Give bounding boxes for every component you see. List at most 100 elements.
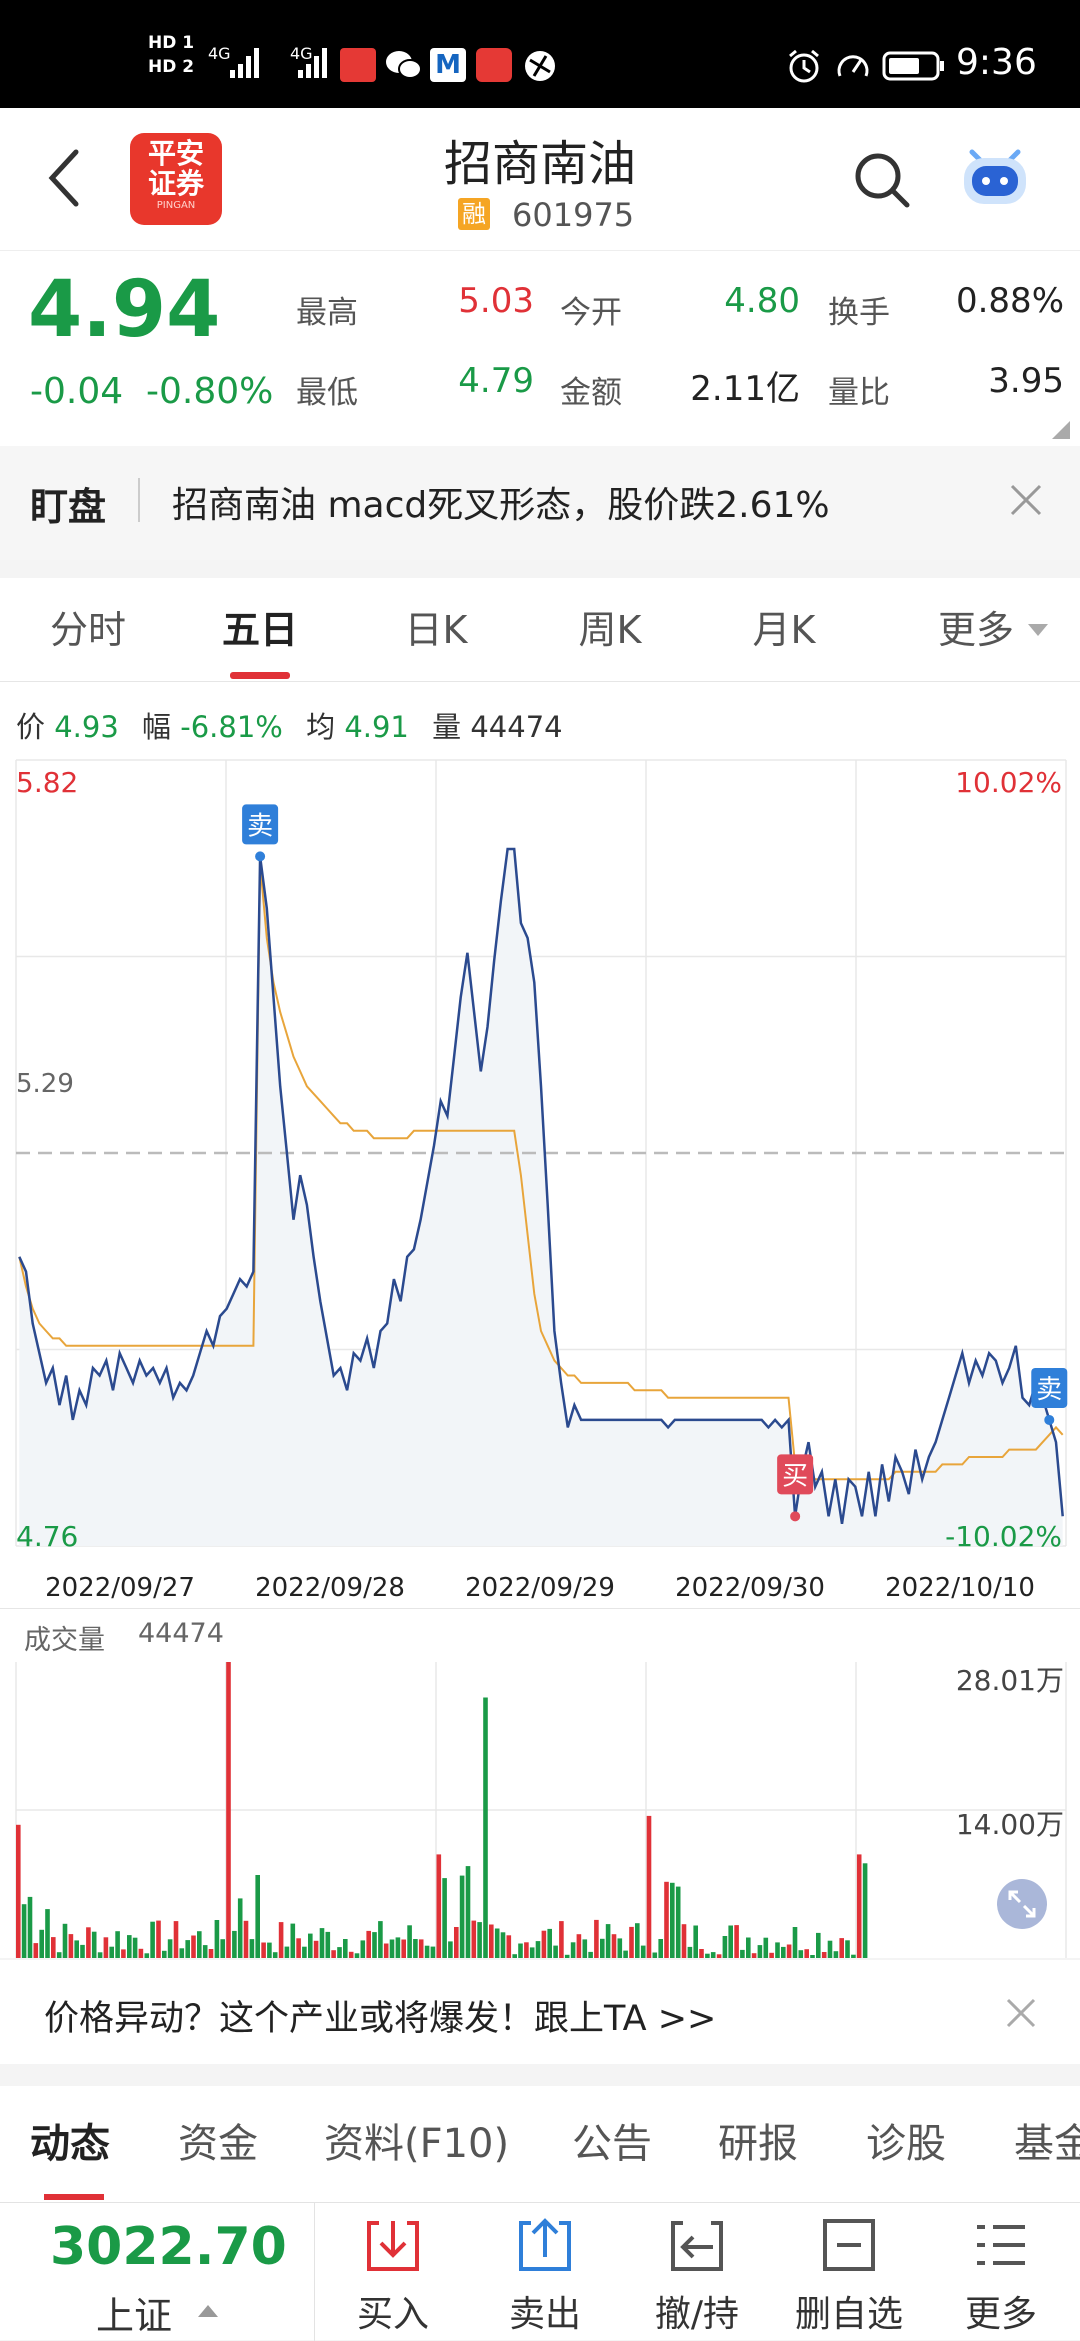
tab-intraday[interactable]: 分时 xyxy=(8,578,168,682)
amount-value: 2.11亿 xyxy=(690,369,800,409)
tab-announcements[interactable]: 公告 xyxy=(572,2086,652,2202)
volume-bar xyxy=(167,1939,173,1958)
volume-bar xyxy=(413,1939,418,1958)
volume-bar xyxy=(401,1939,406,1958)
close-icon[interactable] xyxy=(1008,482,1044,518)
volume-bar xyxy=(33,1943,39,1958)
back-arrow-icon[interactable] xyxy=(44,146,84,210)
tab-news[interactable]: 动态 xyxy=(30,2086,110,2202)
volume-bar xyxy=(308,1933,313,1958)
date-label: 2022/09/29 xyxy=(465,1573,615,1603)
amount-label: 金额 xyxy=(560,375,622,411)
index-name[interactable]: 上证 xyxy=(96,2285,172,2340)
robot-assistant-icon[interactable] xyxy=(958,144,1032,210)
index-value[interactable]: 3022.70 xyxy=(50,2217,287,2277)
high-value: 5.03 xyxy=(458,281,534,321)
volume-chart[interactable]: 28.01万 14.00万 xyxy=(0,1658,1080,1958)
close-icon[interactable] xyxy=(1004,1996,1038,2030)
app-logo-line-1: 平安 xyxy=(147,137,204,170)
volume-bar xyxy=(594,1919,599,1958)
volume-bar xyxy=(127,1935,132,1958)
promo-text: 价格异动？这个产业或将爆发！跟上TA >> xyxy=(44,1999,717,2039)
volume-bar xyxy=(459,1875,465,1958)
tab-f10[interactable]: 资料(F10) xyxy=(324,2086,509,2202)
tab-funds[interactable]: 资金 xyxy=(178,2086,258,2202)
search-icon[interactable] xyxy=(852,150,912,210)
volume-bar xyxy=(179,1948,185,1958)
tab-research[interactable]: 研报 xyxy=(718,2086,798,2202)
volume-bar xyxy=(477,1922,482,1958)
tab-month-k[interactable]: 月K xyxy=(704,578,864,682)
tab-five-day[interactable]: 五日 xyxy=(180,578,340,682)
chevron-up-icon[interactable] xyxy=(196,2303,220,2319)
buy-marker-dot xyxy=(790,1511,801,1522)
sell-marker-label: 卖 xyxy=(247,811,273,841)
volume-bar xyxy=(757,1945,763,1958)
expand-corner-icon[interactable] xyxy=(1050,419,1072,441)
volume-bar xyxy=(261,1942,266,1958)
more-button[interactable]: 更多 xyxy=(926,2203,1076,2341)
volume-bar xyxy=(39,1929,44,1958)
remove-watchlist-button[interactable]: 删自选 xyxy=(774,2203,924,2341)
volume-bar xyxy=(646,1815,652,1958)
volume-bar xyxy=(541,1930,547,1958)
app-logo[interactable]: 平安 证券 PINGAN xyxy=(130,133,222,225)
volume-divider xyxy=(0,1608,1080,1609)
browser-icon xyxy=(525,51,555,81)
cancel-hold-button[interactable]: 撤/持 xyxy=(622,2203,772,2341)
volume-bar xyxy=(471,1920,477,1958)
info-tabs: 动态 资金 资料(F10) 公告 研报 诊股 基金 xyxy=(0,2086,1080,2202)
five-day-price-chart[interactable]: 卖买 卖 5.82 4.76 5.29 10.02% -10.02% 2022/0… xyxy=(0,756,1080,1650)
volume-bar xyxy=(483,1697,488,1958)
sell-button[interactable]: 卖出 xyxy=(470,2203,620,2341)
volume-bar xyxy=(430,1946,436,1958)
volume-bar xyxy=(512,1954,517,1958)
volume-bar xyxy=(454,1927,459,1958)
remove-watchlist-label: 删自选 xyxy=(794,2294,903,2335)
info-price-value: 4.93 xyxy=(54,710,119,744)
fullscreen-icon[interactable] xyxy=(996,1878,1048,1930)
sim2-badge: HD 2 xyxy=(148,57,195,77)
volume-bar xyxy=(86,1927,91,1958)
volume-bar xyxy=(348,1951,354,1958)
info-vol-value: 44474 xyxy=(470,710,563,744)
alarm-icon xyxy=(789,49,819,83)
volume-bar xyxy=(21,1904,27,1958)
volume-value: 44474 xyxy=(138,1618,224,1649)
info-avg-value: 4.91 xyxy=(344,710,409,744)
price-change-pct: -0.80% xyxy=(146,371,274,412)
bottom-trade-bar: 3022.70 上证 买入 卖出 撤/持 删自选 更多 xyxy=(0,2202,1080,2341)
volume-bar xyxy=(237,1898,243,1958)
tab-day-k[interactable]: 日K xyxy=(356,578,516,682)
date-label: 2022/09/28 xyxy=(255,1573,405,1603)
volume-bar xyxy=(810,1955,815,1958)
volume-label: 成交量 xyxy=(24,1625,105,1656)
volume-bar xyxy=(728,1925,733,1958)
pct-max-label: 10.02% xyxy=(955,766,1062,799)
volume-bar xyxy=(781,1946,786,1958)
volume-bar xyxy=(418,1939,424,1958)
volume-bar xyxy=(214,1920,220,1958)
volume-bar xyxy=(424,1945,430,1958)
volume-bar xyxy=(407,1925,412,1958)
tab-fund[interactable]: 基金 xyxy=(1014,2086,1080,2202)
volume-bar xyxy=(623,1950,628,1958)
turnover-label: 换手 xyxy=(828,295,890,331)
watch-alert-bar[interactable]: 盯盘 招商南油 macd死叉形态，股价跌2.61% xyxy=(0,446,1080,560)
volume-bar xyxy=(856,1854,862,1958)
volume-bar xyxy=(506,1935,512,1958)
volume-bar xyxy=(763,1937,769,1958)
promo-banner[interactable]: 价格异动？这个产业或将爆发！跟上TA >> xyxy=(0,1960,1080,2064)
tab-week-k[interactable]: 周K xyxy=(530,578,690,682)
volume-bar xyxy=(518,1943,523,1958)
volume-bar xyxy=(804,1949,809,1958)
tab-diagnosis[interactable]: 诊股 xyxy=(866,2086,946,2202)
volume-bar xyxy=(226,1662,231,1958)
volume-bar xyxy=(197,1931,202,1958)
speed-gauge-icon xyxy=(837,55,869,77)
volume-bar xyxy=(220,1939,225,1958)
buy-button[interactable]: 买入 xyxy=(318,2203,468,2341)
volume-bar xyxy=(290,1923,296,1958)
info-vol-label: 量 xyxy=(432,710,462,744)
volume-bar xyxy=(670,1882,675,1958)
